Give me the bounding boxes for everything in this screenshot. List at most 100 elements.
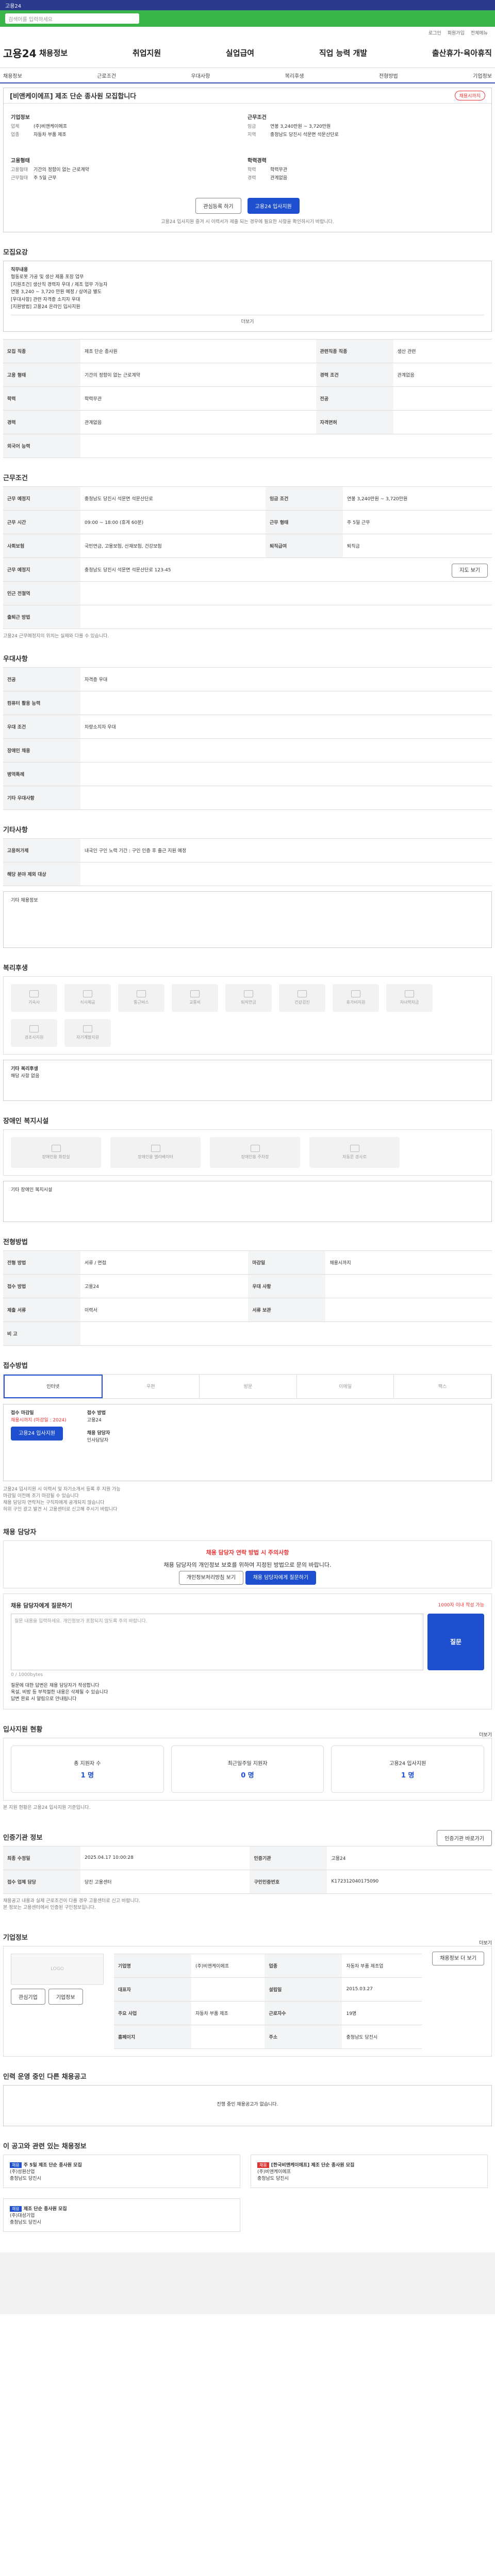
- stat-value: 1 명: [80, 1771, 94, 1780]
- job-card[interactable]: 채용 [한국비앤케이에프] 제조 단순 종사원 모집 (주)비앤케이에프 충청남도 …: [251, 2154, 488, 2188]
- welfare-label: 퇴직연금: [241, 1000, 256, 1005]
- kv-key: 업체: [11, 124, 20, 129]
- company-jobs-button[interactable]: 채용정보 더 보기: [432, 1951, 484, 1965]
- edu-label: 학력경력: [248, 158, 267, 164]
- ask-submit-button[interactable]: 질문: [427, 1613, 484, 1670]
- apply-online-button[interactable]: 고용24 입사지원: [11, 1426, 63, 1440]
- company-info-button[interactable]: 기업정보: [48, 1988, 83, 2005]
- login-link[interactable]: 로그인: [428, 29, 441, 36]
- mgmt-note-line: 채용공고 내용과 실제 근로조건이 다를 경우 고용센터로 신고 바랍니다.: [3, 1898, 140, 1904]
- tab-welfare[interactable]: 복리후생: [285, 72, 304, 79]
- tip-line: 욕설, 비방 등 부적절한 내용은 삭제될 수 있습니다: [11, 1689, 108, 1695]
- more-button[interactable]: 더보기: [11, 315, 484, 326]
- duty-line: 협동로봇 가공 및 생산 제품 포장 업무: [11, 275, 84, 280]
- table-row: 대표자 설립일 2015.03.27: [114, 1977, 422, 2002]
- th: 근무 예정지: [3, 486, 80, 511]
- th: 기타 우대사항: [3, 785, 80, 810]
- work-heading: 근무조건: [3, 474, 28, 482]
- welfare-item: 식사제공: [64, 984, 111, 1012]
- table-row: 근무 예정지 충청남도 당진시 석문면 석문산단로 123-45 지도 보기: [3, 557, 492, 582]
- elevator-icon: [151, 1145, 160, 1153]
- mgmt-note-line: 본 정보는 고용센터에서 인증된 구인정보입니다.: [3, 1905, 96, 1910]
- map-button[interactable]: 지도 보기: [452, 563, 488, 578]
- warn-title: 채용 담당자 연락 방법 시 주의사항: [206, 1549, 289, 1556]
- privacy-button[interactable]: 개인정보처리방침 보기: [178, 1570, 244, 1585]
- footer: [0, 2252, 495, 2314]
- apply-button[interactable]: 고용24 입사지원: [247, 198, 300, 214]
- job-summary: [비앤케이에프] 제조 단순 종사원 모집합니다 채용시까지 기업정보 업체 (주…: [3, 88, 492, 232]
- table-row: 모집 직종 제조 단순 종사원 관련직종 직종 생산 관련: [3, 338, 492, 363]
- apply-deadline: 채용시까지 (마감일 : 2024): [11, 1418, 67, 1423]
- extra-info-title: 기타 채용정보: [11, 897, 38, 903]
- tab-condition[interactable]: 근로조건: [97, 72, 116, 79]
- apply-tab-email[interactable]: 이메일: [297, 1374, 394, 1398]
- table-row: 최종 수정일 2025.04.17 10:00:28 인증기관 고용24: [3, 1845, 492, 1870]
- scrap-button[interactable]: 관심등록 하기: [195, 198, 241, 214]
- stat-card: 최근일주일 지원자 0 명: [171, 1745, 324, 1793]
- menu-benefit[interactable]: 실업급여: [226, 47, 254, 58]
- related-cards: 채용 주 5일 제조 단순 종사원 모집 (주)성원산업 충청남도 당진시 채용 [한…: [3, 2154, 492, 2232]
- td: 내국인 구인 노력 기간 : 구인 인증 후 출근 지원 예정: [80, 838, 492, 862]
- table-row: 접수 업체 담당 당진 고용센터 구인인증번호 K172312040175090: [3, 1869, 492, 1894]
- mgmt-heading: 인증기관 정보: [3, 1834, 43, 1842]
- inquiry-tips: 질문에 대한 답변은 채용 담당자가 작성합니다 욕설, 비방 등 부적절한 내…: [11, 1682, 484, 1702]
- cond-label: 근무조건: [248, 115, 267, 121]
- stat-card: 총 지원자 수 1 명: [11, 1745, 164, 1793]
- menu-leave[interactable]: 출산휴가·육아휴직: [432, 47, 492, 58]
- welfare-item: 통근버스: [118, 984, 164, 1012]
- status-more[interactable]: 더보기: [479, 1731, 492, 1738]
- company-more[interactable]: 더보기: [479, 1939, 492, 1946]
- th: 대표자: [114, 1977, 191, 2002]
- other-heading: 기타사항: [3, 826, 28, 834]
- restroom-icon: [51, 1145, 61, 1153]
- menu-employment[interactable]: 취업지원: [133, 47, 161, 58]
- search-input[interactable]: 검색어를 입력하세요: [5, 13, 139, 24]
- menu-jobs[interactable]: 채용정보: [39, 47, 68, 58]
- apply-tab-online[interactable]: 인터넷: [4, 1374, 103, 1398]
- welfare-label: 교통비: [189, 1000, 201, 1005]
- job-card[interactable]: 채용 제조 단순 종사원 모집 (주)대성기업 충청남도 당진시: [3, 2198, 240, 2232]
- event-icon: [29, 1025, 39, 1033]
- ask-open-button[interactable]: 채용 담당자에게 질문하기: [245, 1570, 317, 1585]
- menu-training[interactable]: 직업 능력 개발: [319, 47, 367, 58]
- apply-tab-visit[interactable]: 방문: [200, 1374, 297, 1398]
- recruit-table: 모집 직종 제조 단순 종사원 관련직종 직종 생산 관련 고용 형태 기간의 정함이 …: [3, 338, 492, 458]
- tab-company[interactable]: 기업정보: [473, 72, 492, 79]
- job-card[interactable]: 채용 주 5일 제조 단순 종사원 모집 (주)성원산업 충청남도 당진시: [3, 2154, 240, 2188]
- company-heading: 기업정보: [3, 1934, 28, 1942]
- th: 구인인증번호: [250, 1869, 327, 1894]
- td: 기간의 정함이 없는 근로계약: [80, 362, 316, 387]
- status-heading: 입사지원 현황: [3, 1725, 43, 1734]
- tab-preference[interactable]: 우대사항: [191, 72, 210, 79]
- all-menu-link[interactable]: 전체메뉴: [471, 29, 488, 36]
- job-title: [비앤케이에프] 제조 단순 종사원 모집합니다: [10, 93, 137, 100]
- table-row: 기타 우대사항: [3, 785, 492, 810]
- edu-icon: [405, 990, 414, 998]
- duty-line: [지원방법] 고용24 온라인 입사지원: [11, 304, 80, 310]
- apply-tab-mail[interactable]: 우편: [103, 1374, 200, 1398]
- table-row: 근무 예정지 충청남도 당진시 석문면 석문산단로 임금 조건 연봉 3,240만원 …: [3, 486, 492, 511]
- td: 채용시까지: [325, 1250, 492, 1275]
- disabled-item: 장애인용 화장실: [11, 1137, 101, 1168]
- kv-key: 업종: [11, 132, 20, 138]
- welfare-item: 교통비: [172, 984, 218, 1012]
- table-row: 외국어 능력: [3, 433, 492, 458]
- apply-tab-fax[interactable]: 팩스: [394, 1374, 491, 1398]
- welfare-label: 휴가비지원: [346, 1000, 366, 1005]
- card-loc: 충청남도 당진시: [10, 2219, 41, 2225]
- tab-method[interactable]: 전형방법: [379, 72, 398, 79]
- stat-card: 고용24 입사지원 1 명: [331, 1745, 485, 1793]
- signup-link[interactable]: 회원가입: [448, 29, 465, 36]
- mgmt-button[interactable]: 인증기관 바로가기: [437, 1829, 492, 1846]
- card-company: (주)대성기업: [10, 2213, 35, 2218]
- tab-recruit[interactable]: 채용정보: [3, 72, 22, 79]
- disabled-label: 자동문 경사로: [342, 1155, 367, 1160]
- logo[interactable]: 고용24: [3, 45, 39, 60]
- th: 학력: [3, 386, 80, 411]
- th: 근로자수: [265, 2001, 342, 2025]
- question-textarea[interactable]: 질문 내용을 입력하세요. 개인정보가 포함되지 않도록 주의 바랍니다.: [11, 1613, 423, 1670]
- table-row: 고용허가제 내국인 구인 노력 기간 : 구인 인증 후 출근 지원 예정: [3, 838, 492, 862]
- fav-company-button[interactable]: 관심기업: [11, 1988, 45, 2005]
- td: [325, 1297, 492, 1322]
- util-menu: 로그인 회원가입 전체메뉴: [0, 27, 495, 38]
